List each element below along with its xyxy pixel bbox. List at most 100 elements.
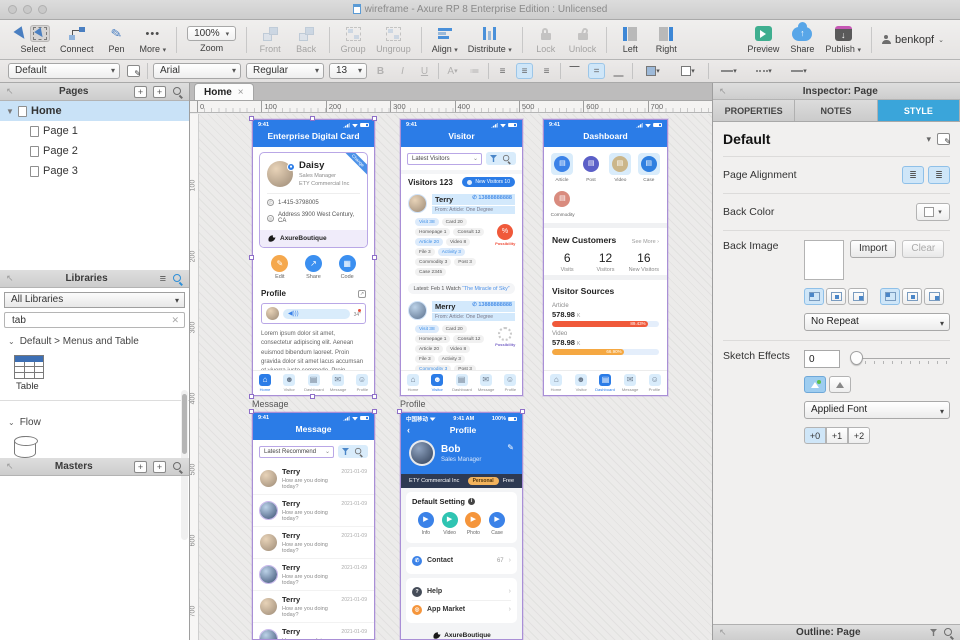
stat-tag[interactable]: File 3 xyxy=(415,355,435,363)
image-fit-br-button[interactable] xyxy=(924,288,944,305)
module-shortcut[interactable]: ▤ Case xyxy=(634,153,663,183)
add-folder-icon[interactable]: + xyxy=(153,85,166,98)
arrow-style-button[interactable]: ▾ xyxy=(784,63,814,79)
sketch-amount-input[interactable] xyxy=(804,350,840,368)
add-master-folder-icon[interactable]: + xyxy=(153,460,166,473)
line-width-button[interactable]: ▾ xyxy=(714,63,744,79)
see-more-link[interactable]: See More › xyxy=(632,239,659,245)
align-left-button[interactable]: Left xyxy=(617,25,643,54)
libraries-filter-select[interactable]: All Libraries xyxy=(4,292,185,308)
visitor-phone-number[interactable]: ✆ 13888888888 xyxy=(472,302,512,311)
align-text-left-button[interactable]: ≡ xyxy=(494,63,511,79)
stat-tag[interactable]: Homepage 1 xyxy=(415,228,451,236)
tab-style[interactable]: STYLE xyxy=(877,100,960,121)
message-row[interactable]: Terry How are you doing today? 2021-01-0… xyxy=(253,623,374,639)
page-node-home[interactable]: ▼ Home xyxy=(0,101,189,121)
edit-style-icon[interactable] xyxy=(937,133,951,146)
message-filter-select[interactable]: Latest Recommend xyxy=(259,445,334,458)
valign-middle-button[interactable]: = xyxy=(588,63,605,79)
message-row[interactable]: Terry How are you doing today? 2021-01-0… xyxy=(253,527,374,559)
italic-button[interactable]: I xyxy=(394,63,411,79)
image-fit-tl-button[interactable] xyxy=(880,288,900,305)
style-dropdown-icon[interactable]: ▾ xyxy=(926,134,931,145)
group-button[interactable]: Group xyxy=(340,25,366,54)
back-image-preview[interactable] xyxy=(804,240,844,280)
info-icon[interactable]: i xyxy=(467,498,475,505)
setting-shortcut[interactable]: ▶ Video xyxy=(441,512,458,536)
line-spacing-button[interactable]: ≔ xyxy=(466,63,483,79)
widget-style-select[interactable]: Default xyxy=(8,63,120,79)
nav-item[interactable]: Home xyxy=(544,371,569,395)
stat-tag[interactable]: Article 20 xyxy=(415,238,443,246)
clear-image-button[interactable]: Clear xyxy=(902,240,945,258)
widget-message-screen[interactable]: 9:41 Message Latest Recommend ⌄ Terry Ho… xyxy=(252,412,375,640)
new-visitors-pill[interactable]: New Visitors 10 xyxy=(462,177,515,187)
back-color-picker[interactable]: ▾ xyxy=(916,203,950,221)
expand-icon[interactable]: ↗ xyxy=(358,289,366,298)
libraries-search-box[interactable]: ✕ xyxy=(4,312,185,328)
preview-button[interactable]: Preview xyxy=(747,25,779,54)
pen-tool-button[interactable]: ✎ Pen xyxy=(104,25,130,54)
nav-item[interactable]: Message xyxy=(326,371,350,395)
border-color-button[interactable]: ▾ xyxy=(673,63,703,79)
library-section-header[interactable]: ⌄ Default > Menus and Table xyxy=(0,328,189,351)
widget-label-profile[interactable]: Profile xyxy=(400,399,426,409)
module-shortcut[interactable]: ▤ Post xyxy=(577,153,606,183)
widget-enterprise-digital-card[interactable]: 9:41 Enterprise Digital Card Change ● Da… xyxy=(252,119,375,396)
stat-tag[interactable]: Homepage 1 xyxy=(415,335,451,343)
stat-tag[interactable]: Visit 38 xyxy=(415,218,439,226)
image-fit-center-button[interactable] xyxy=(902,288,922,305)
code-action[interactable]: ▦ Code xyxy=(338,255,356,280)
share-action[interactable]: ↗ Share xyxy=(304,255,322,280)
stat-tag[interactable]: Commodity 3 xyxy=(415,258,452,266)
collapse-panel-icon[interactable]: ↖ xyxy=(6,273,14,284)
setting-shortcut[interactable]: ▶ Info xyxy=(417,512,434,536)
stat-tag[interactable]: Case 2345 xyxy=(415,268,447,276)
tab-properties[interactable]: PROPERTIES xyxy=(713,100,796,121)
nav-item[interactable]: Profile xyxy=(350,371,374,395)
page-align-left-button[interactable]: ≣ xyxy=(902,166,924,184)
app-market-row[interactable]: ◎ App Market › xyxy=(412,601,511,618)
filter-search-group[interactable] xyxy=(338,445,368,458)
font-color-button[interactable]: A ▾ xyxy=(444,63,461,79)
nav-item[interactable]: Dashboard xyxy=(593,371,618,395)
widget-profile-screen[interactable]: 中国移动 9:41 AM 100% ‹ Profile Bob Sales Ma… xyxy=(400,412,523,640)
page-node[interactable]: Page 1 xyxy=(0,121,189,141)
database-widget-icon[interactable] xyxy=(14,436,38,458)
add-page-icon[interactable]: + xyxy=(134,85,147,98)
valign-top-button[interactable]: ⎺ xyxy=(566,63,583,79)
stat-tag[interactable]: Article 20 xyxy=(415,345,443,353)
sketch-slider[interactable] xyxy=(848,350,950,368)
nav-item[interactable]: Profile xyxy=(642,371,667,395)
nav-item[interactable]: Message xyxy=(618,371,643,395)
image-align-center-button[interactable] xyxy=(826,288,846,305)
help-row[interactable]: ? Help › xyxy=(412,583,511,600)
stat-tag[interactable]: File 3 xyxy=(415,248,435,256)
collapse-panel-icon[interactable]: ↖ xyxy=(719,627,727,638)
visitor-card[interactable]: Terry ✆ 13888888888 From: Article: One D… xyxy=(401,190,522,280)
outline-search-icon[interactable] xyxy=(943,627,954,638)
more-tools-button[interactable]: ••• More ▾ xyxy=(140,25,167,55)
underline-button[interactable]: U xyxy=(416,63,433,79)
nav-item[interactable]: Profile xyxy=(498,371,522,395)
font-size-select[interactable]: 13 xyxy=(329,63,367,79)
align-right-button[interactable]: Right xyxy=(653,25,679,54)
audio-bubble[interactable]: ◀))) xyxy=(283,308,350,319)
page-node[interactable]: Page 2 xyxy=(0,141,189,161)
share-button[interactable]: ↑ Share xyxy=(789,21,815,54)
nav-item[interactable]: Visitor xyxy=(277,371,301,395)
close-tab-icon[interactable]: × xyxy=(238,87,244,98)
line-style-button[interactable]: ▾ xyxy=(749,63,779,79)
nav-item[interactable]: Visitor xyxy=(425,371,449,395)
libraries-search-input[interactable] xyxy=(10,313,172,327)
bold-button[interactable]: B xyxy=(372,63,389,79)
stat-tag[interactable]: Activity 3 xyxy=(437,355,465,363)
nav-item[interactable]: Home xyxy=(401,371,425,395)
search-pages-icon[interactable] xyxy=(172,86,183,97)
stat-tag[interactable]: Activity 3 xyxy=(437,248,465,256)
stat-tag[interactable]: Post 3 xyxy=(454,258,476,266)
unlock-button[interactable]: Unlock xyxy=(569,25,596,54)
module-shortcut[interactable]: ▤ Video xyxy=(606,153,635,183)
image-align-br-button[interactable] xyxy=(848,288,868,305)
clear-search-icon[interactable]: ✕ xyxy=(171,315,179,326)
